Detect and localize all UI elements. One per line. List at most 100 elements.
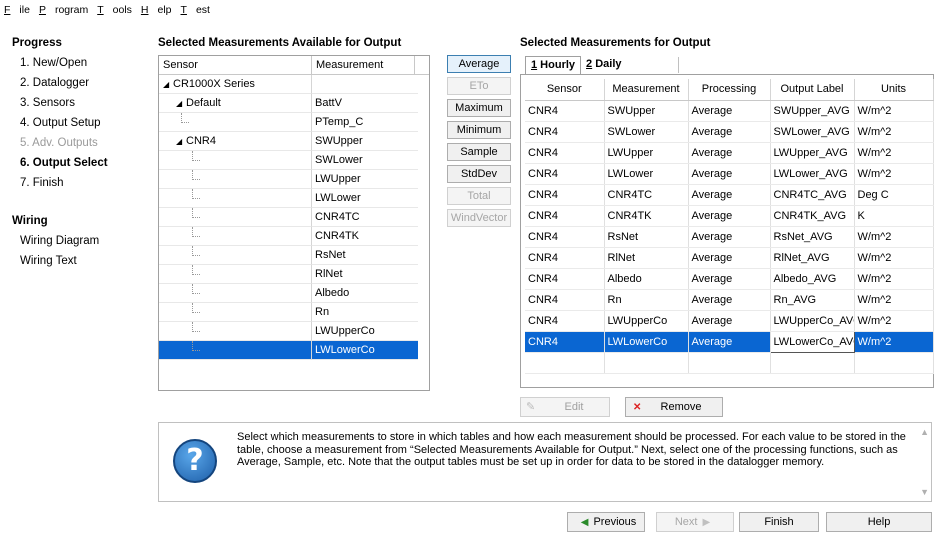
menu-tools[interactable]: Tools [97,4,132,16]
menu-test[interactable]: Test [181,4,210,16]
next-button[interactable]: Next ▶ [656,512,734,532]
output-row[interactable]: CNR4 RlNet Average RlNet_AVG W/m^2 [525,247,934,269]
output-row[interactable]: CNR4 CNR4TK Average CNR4TK_AVG K [525,205,934,227]
output-cell: SWUpper [604,100,689,122]
output-col-header[interactable]: Units [854,79,934,101]
tree-measurement-cell: RlNet [312,265,418,284]
output-cell[interactable]: SWUpper_AVG [770,100,855,122]
tab-daily[interactable]: 2 Daily [581,56,626,74]
output-row[interactable]: CNR4 LWLower Average LWLower_AVG W/m^2 [525,163,934,185]
tree-row[interactable]: RlNet [159,265,418,284]
menu-mnemonic: F [4,4,11,16]
output-row[interactable]: CNR4 CNR4TC Average CNR4TC_AVG Deg C [525,184,934,206]
tree-row[interactable]: ◢ Default BattV [159,94,418,113]
nav-wiring-1[interactable]: Wiring Diagram [0,231,145,251]
previous-button[interactable]: ◀ Previous [567,512,645,532]
eto-button[interactable]: ETo [447,77,511,95]
output-cell[interactable]: Rn_AVG [770,289,855,311]
average-button[interactable]: Average [447,55,511,73]
tree-row[interactable]: LWUpperCo [159,322,418,341]
menu-mnemonic: P [38,4,46,16]
total-button[interactable]: Total [447,187,511,205]
tree-row[interactable]: ◢ CR1000X Series [159,75,418,94]
output-col-header[interactable]: Processing [688,79,771,101]
tree-row[interactable]: LWLowerCo [159,341,418,360]
output-col-header[interactable]: Output Label [770,79,855,101]
output-row[interactable]: CNR4 LWUpper Average LWUpper_AVG W/m^2 [525,142,934,164]
nav-step-4[interactable]: 4. Output Setup [0,113,145,133]
minimum-button[interactable]: Minimum [447,121,511,139]
tree-row[interactable]: LWUpper [159,170,418,189]
tab-label: Hourly [537,59,576,71]
output-row[interactable]: CNR4 LWLowerCo Average LWLowerCo_AVG W/m^2 [525,330,934,353]
nav-wiring-2[interactable]: Wiring Text [0,251,145,271]
tab-hourly[interactable]: 1 Hourly [525,56,582,74]
output-table[interactable]: Sensor Measurement Processing Output Label U… [520,74,934,388]
output-row[interactable]: CNR4 RsNet Average RsNet_AVG W/m^2 [525,226,934,248]
menu-file[interactable]: File [4,4,30,16]
nav-step-3[interactable]: 3. Sensors [0,93,145,113]
output-cell[interactable]: RlNet_AVG [770,247,855,269]
edit-button[interactable]: ✎ Edit [520,397,610,417]
scroll-up-icon[interactable]: ▲ [920,427,929,437]
nav-step-7[interactable]: 7. Finish [0,173,145,193]
windvector-button[interactable]: WindVector [447,209,511,227]
finish-button[interactable]: Finish [739,512,819,532]
output-cell[interactable]: LWLowerCo_AVG [769,330,855,353]
nav-step-6[interactable]: 6. Output Select [0,153,145,173]
tree-row[interactable]: CNR4TC [159,208,418,227]
output-col-header[interactable]: Measurement [604,79,689,101]
tree-row[interactable]: SWLower [159,151,418,170]
output-cell[interactable]: CNR4TC_AVG [770,184,855,206]
tree-row[interactable]: LWLower [159,189,418,208]
output-row[interactable]: CNR4 SWUpper Average SWUpper_AVG W/m^2 [525,100,934,122]
help-button[interactable]: Help [826,512,932,532]
output-row[interactable]: CNR4 Rn Average Rn_AVG W/m^2 [525,289,934,311]
output-cell[interactable]: LWUpperCo_AVG [770,310,855,332]
output-cell: Albedo [604,268,689,290]
tree-row[interactable]: CNR4TK [159,227,418,246]
output-cell[interactable]: CNR4TK_AVG [770,205,855,227]
output-cell: Average [688,205,771,227]
maximum-button[interactable]: Maximum [447,99,511,117]
output-cell: Average [688,331,771,353]
tree-row[interactable]: PTemp_C [159,113,418,132]
output-cell: Deg C [854,184,934,206]
remove-button[interactable]: ✕ Remove [625,397,723,417]
tree-measurement-cell: LWLower [312,189,418,208]
output-row[interactable]: CNR4 LWUpperCo Average LWUpperCo_AVG W/m^2 [525,310,934,332]
tree-row[interactable]: Rn [159,303,418,322]
output-cell[interactable]: Albedo_AVG [770,268,855,290]
expand-triangle-icon[interactable]: ◢ [176,94,182,113]
nav-step-2[interactable]: 2. Datalogger [0,73,145,93]
available-tree[interactable]: Sensor Measurement ◢ CR1000X Series ◢ Defau… [158,55,430,391]
output-cell: Average [688,184,771,206]
menu-mnemonic: T [180,4,187,16]
tree-connector [192,341,200,351]
expand-triangle-icon[interactable]: ◢ [176,132,182,151]
output-cell[interactable]: SWLower_AVG [770,121,855,143]
scroll-down-icon[interactable]: ▼ [920,487,929,497]
menu-program[interactable]: Program [39,4,88,16]
output-cell[interactable]: RsNet_AVG [770,226,855,248]
output-row[interactable]: CNR4 Albedo Average Albedo_AVG W/m^2 [525,268,934,290]
tree-row[interactable]: Albedo [159,284,418,303]
col-sensor-header[interactable]: Sensor [159,56,312,74]
sample-button[interactable]: Sample [447,143,511,161]
output-cell[interactable]: LWLower_AVG [770,163,855,185]
tree-row[interactable]: RsNet [159,246,418,265]
menu-help[interactable]: Help [141,4,172,16]
nav-step-1[interactable]: 1. New/Open [0,53,145,73]
output-cell: W/m^2 [854,331,934,353]
tree-sensor-cell [159,303,312,322]
output-row[interactable]: CNR4 SWLower Average SWLower_AVG W/m^2 [525,121,934,143]
output-col-header[interactable]: Sensor [525,79,605,101]
tree-connector [192,170,200,180]
tree-sensor-cell [159,208,312,227]
expand-triangle-icon[interactable]: ◢ [163,75,169,94]
stddev-button[interactable]: StdDev [447,165,511,183]
col-measurement-header[interactable]: Measurement [312,56,415,74]
output-cell[interactable]: LWUpper_AVG [770,142,855,164]
output-cell: LWLowerCo [604,331,689,353]
tree-row[interactable]: ◢ CNR4 SWUpper [159,132,418,151]
